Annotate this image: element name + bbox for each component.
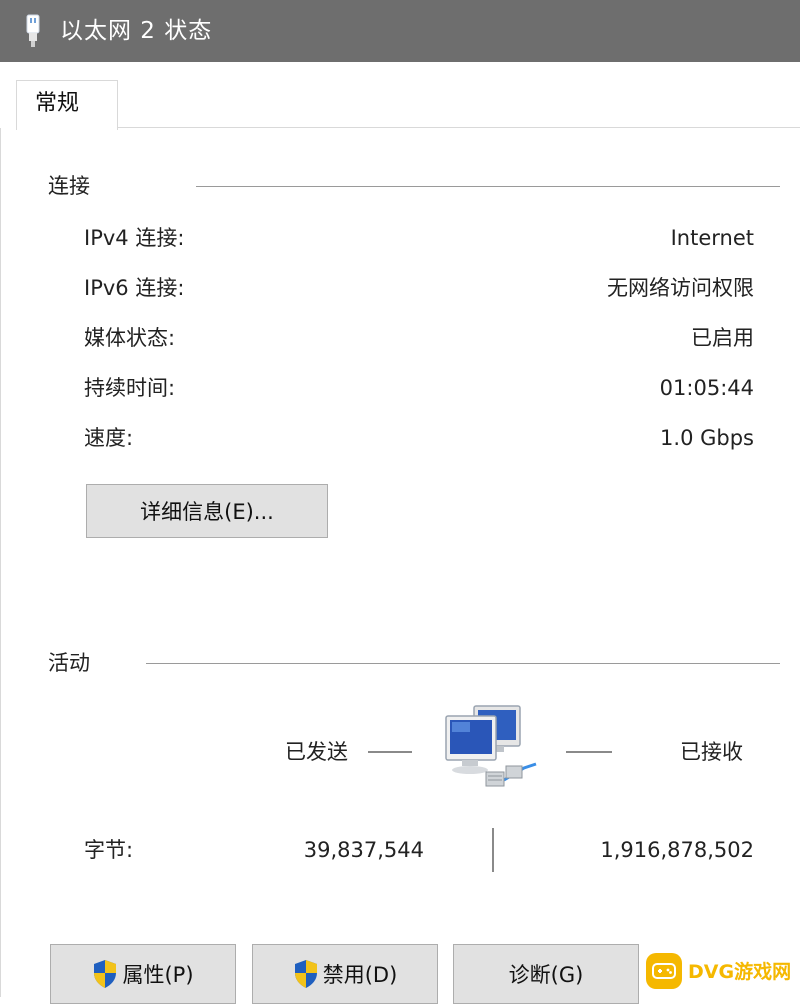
connection-section-rule bbox=[196, 186, 780, 187]
duration-value: 01:05:44 bbox=[659, 376, 754, 400]
received-label: 已接收 bbox=[680, 740, 743, 764]
bytes-label: 字节: bbox=[84, 838, 134, 862]
watermark: DVG游戏网 bbox=[646, 944, 800, 997]
properties-button-label: 属性(P) bbox=[122, 963, 194, 987]
sent-label: 已发送 bbox=[285, 740, 348, 764]
gamepad-icon bbox=[646, 952, 682, 989]
diagnose-button-label: 诊断(G) bbox=[508, 963, 584, 987]
tab-general-label: 常规 bbox=[35, 91, 80, 116]
activity-section-rule bbox=[146, 663, 780, 664]
uac-shield-icon bbox=[94, 960, 117, 988]
ipv6-label: IPv6 连接: bbox=[84, 276, 185, 300]
diagnose-button[interactable]: 诊断(G) bbox=[453, 944, 639, 1004]
activity-section-title: 活动 bbox=[48, 651, 90, 675]
window-title: 以太网 2 状态 bbox=[60, 18, 213, 44]
disable-button-label: 禁用(D) bbox=[322, 963, 398, 987]
title-bar: 以太网 2 状态 bbox=[0, 0, 800, 62]
received-dash bbox=[566, 751, 612, 753]
ipv6-value: 无网络访问权限 bbox=[607, 276, 754, 300]
media-state-label: 媒体状态: bbox=[84, 326, 176, 350]
sent-dash bbox=[368, 751, 412, 753]
activity-separator bbox=[492, 828, 494, 872]
duration-label: 持续时间: bbox=[84, 376, 176, 400]
bytes-received-value: 1,916,878,502 bbox=[600, 838, 754, 862]
watermark-text: DVG游戏网 bbox=[688, 961, 792, 983]
ipv4-value: Internet bbox=[670, 226, 754, 250]
panel-border bbox=[0, 128, 1, 997]
bytes-sent-value: 39,837,544 bbox=[303, 838, 424, 862]
ipv4-label: IPv4 连接: bbox=[84, 226, 185, 250]
network-computers-icon bbox=[445, 705, 537, 787]
details-button-label: 详细信息(E)... bbox=[140, 500, 274, 524]
connection-section-title: 连接 bbox=[48, 174, 90, 198]
speed-label: 速度: bbox=[84, 426, 134, 450]
tab-divider bbox=[118, 127, 800, 128]
media-state-value: 已启用 bbox=[691, 326, 754, 350]
uac-shield-icon bbox=[294, 960, 317, 988]
tab-strip bbox=[0, 62, 800, 129]
properties-button[interactable]: 属性(P) bbox=[50, 944, 236, 1004]
ethernet-plug-icon bbox=[26, 14, 40, 47]
details-button[interactable]: 详细信息(E)... bbox=[86, 484, 328, 538]
disable-button[interactable]: 禁用(D) bbox=[252, 944, 438, 1004]
speed-value: 1.0 Gbps bbox=[660, 426, 754, 450]
tab-general[interactable]: 常规 bbox=[16, 80, 118, 130]
